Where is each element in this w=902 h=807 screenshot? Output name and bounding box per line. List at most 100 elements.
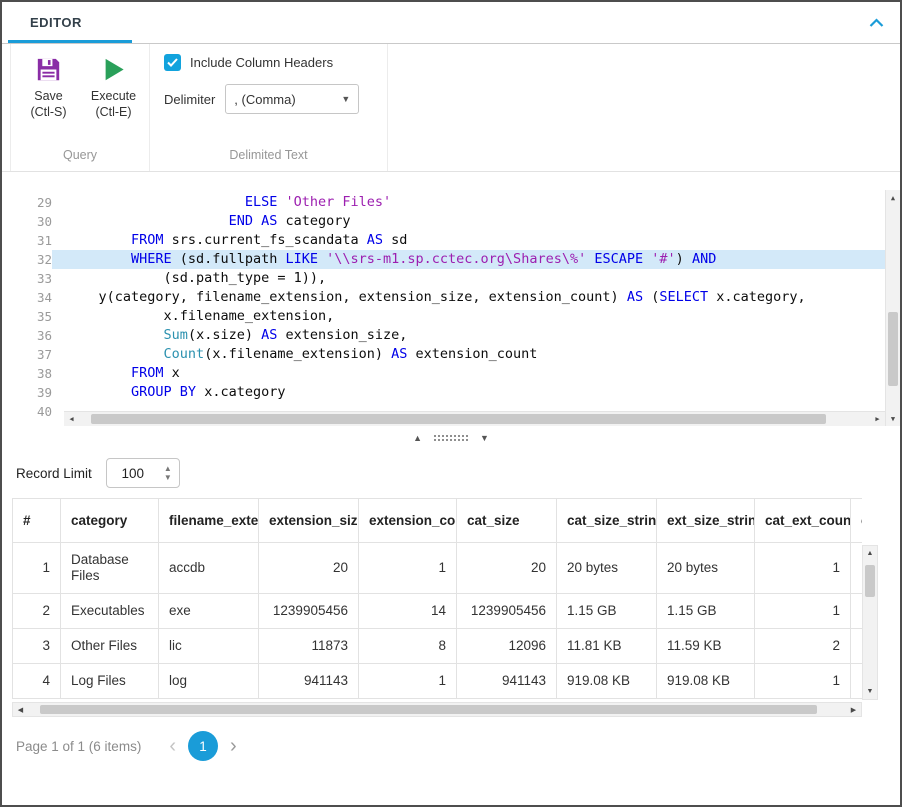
table-cell: 11.59 KB xyxy=(657,629,755,664)
line-number: 31 xyxy=(2,231,52,250)
scrollbar-track[interactable] xyxy=(886,205,900,411)
code-lines[interactable]: 29 ELSE 'Other Files'30 END AS category3… xyxy=(2,190,885,426)
line-number: 29 xyxy=(2,193,52,212)
next-page-button[interactable]: › xyxy=(230,736,237,756)
execute-button-label: Execute xyxy=(82,88,145,104)
scrollbar-thumb[interactable] xyxy=(865,565,875,597)
column-header-cat-ext-coun[interactable]: cat_ext_coun xyxy=(755,499,851,543)
column-header--[interactable]: # xyxy=(13,499,61,543)
table-cell: 1 xyxy=(755,543,851,594)
save-icon xyxy=(35,56,62,83)
code-line[interactable]: 29 ELSE 'Other Files' xyxy=(2,193,885,212)
results-table-container: #categoryfilename_exteextension_sizexten… xyxy=(12,498,862,700)
table-cell: log xyxy=(159,664,259,699)
code-line[interactable]: 39 GROUP BY x.category xyxy=(2,383,885,402)
editor-vertical-scrollbar[interactable]: ▲ ▼ xyxy=(885,190,900,426)
execute-button-shortcut: (Ctl-E) xyxy=(82,104,145,120)
table-row[interactable]: 3Other Fileslic1187381209611.81 KB11.59 … xyxy=(13,629,863,664)
splitter-grip[interactable] xyxy=(434,435,468,441)
scrollbar-track[interactable] xyxy=(863,561,877,684)
column-header-c[interactable]: c xyxy=(851,499,863,543)
execute-button[interactable]: Execute (Ctl-E) xyxy=(82,52,145,143)
table-row[interactable]: 1Database Filesaccdb2012020 bytes20 byte… xyxy=(13,543,863,594)
column-header-ext-size-strin[interactable]: ext_size_strin xyxy=(657,499,755,543)
table-cell xyxy=(851,664,863,699)
table-cell xyxy=(851,629,863,664)
scroll-left-button[interactable]: ◀ xyxy=(64,412,79,427)
scroll-up-button[interactable]: ▲ xyxy=(863,546,878,561)
column-header-extension-siz[interactable]: extension_siz xyxy=(259,499,359,543)
check-icon xyxy=(167,58,178,67)
spin-down-button[interactable]: ▼ xyxy=(164,473,172,482)
scroll-down-button[interactable]: ▼ xyxy=(863,684,878,699)
column-header-extension-co[interactable]: extension_co xyxy=(359,499,457,543)
column-header-filename-exte[interactable]: filename_exte xyxy=(159,499,259,543)
table-row[interactable]: 2Executablesexe12399054561412399054561.1… xyxy=(13,594,863,629)
scrollbar-thumb[interactable] xyxy=(40,705,817,714)
page-1-button[interactable]: 1 xyxy=(188,731,218,761)
scrollbar-track[interactable] xyxy=(28,703,846,716)
splitter[interactable]: ▲ ▼ xyxy=(2,426,900,450)
code-line[interactable]: 38 FROM x xyxy=(2,364,885,383)
tab-editor[interactable]: EDITOR xyxy=(30,15,82,30)
delimited-text-group: Include Column Headers Delimiter , (Comm… xyxy=(150,44,388,171)
execute-icon xyxy=(100,56,127,83)
code-line[interactable]: 34 y(category, filename_extension, exten… xyxy=(2,288,885,307)
table-cell: Database Files xyxy=(61,543,159,594)
table-cell xyxy=(851,543,863,594)
table-cell: accdb xyxy=(159,543,259,594)
delimiter-select[interactable]: , (Comma) ▼ xyxy=(225,84,359,114)
column-header-cat-size[interactable]: cat_size xyxy=(457,499,557,543)
table-cell: 941143 xyxy=(259,664,359,699)
table-cell: 11873 xyxy=(259,629,359,664)
include-column-headers-option[interactable]: Include Column Headers xyxy=(164,54,373,71)
record-limit-value[interactable]: 100 xyxy=(107,466,159,481)
line-number: 36 xyxy=(2,326,52,345)
code-line[interactable]: 37 Count(x.filename_extension) AS extens… xyxy=(2,345,885,364)
code-line[interactable]: 36 Sum(x.size) AS extension_size, xyxy=(2,326,885,345)
save-button[interactable]: Save (Ctl-S) xyxy=(17,52,80,143)
scrollbar-track[interactable] xyxy=(79,412,870,426)
code-line[interactable]: 32 WHERE (sd.fullpath LIKE '\\srs-m1.sp.… xyxy=(2,250,885,269)
save-button-label: Save xyxy=(17,88,80,104)
prev-page-button[interactable]: ‹ xyxy=(169,736,176,756)
scroll-down-button[interactable]: ▼ xyxy=(886,411,901,426)
table-row[interactable]: 4Log Fileslog9411431941143919.08 KB919.0… xyxy=(13,664,863,699)
scrollbar-thumb[interactable] xyxy=(91,414,827,424)
table-cell: 1.15 GB xyxy=(657,594,755,629)
scrollbar-thumb[interactable] xyxy=(888,312,898,386)
table-vertical-scrollbar[interactable]: ▲ ▼ xyxy=(862,545,878,700)
code-line[interactable]: 30 END AS category xyxy=(2,212,885,231)
titlebar: EDITOR xyxy=(2,2,900,44)
record-limit-input[interactable]: 100 ▲ ▼ xyxy=(106,458,180,488)
splitter-expand-down-button[interactable]: ▼ xyxy=(480,433,489,443)
table-cell: exe xyxy=(159,594,259,629)
scroll-right-button[interactable]: ▶ xyxy=(870,412,885,427)
spin-up-button[interactable]: ▲ xyxy=(164,464,172,473)
splitter-collapse-up-button[interactable]: ▲ xyxy=(413,433,422,443)
results-table: #categoryfilename_exteextension_sizexten… xyxy=(12,498,862,699)
table-cell: 941143 xyxy=(457,664,557,699)
column-header-category[interactable]: category xyxy=(61,499,159,543)
column-header-cat-size-strin[interactable]: cat_size_strin xyxy=(557,499,657,543)
table-cell: 20 xyxy=(457,543,557,594)
table-horizontal-scrollbar[interactable]: ◀ ▶ xyxy=(12,702,862,717)
table-cell: Executables xyxy=(61,594,159,629)
table-cell: 919.08 KB xyxy=(557,664,657,699)
delimiter-label: Delimiter xyxy=(164,92,215,107)
editor-horizontal-scrollbar[interactable]: ◀ ▶ xyxy=(64,411,885,426)
code-line[interactable]: 33 (sd.path_type = 1)), xyxy=(2,269,885,288)
table-cell: 20 xyxy=(259,543,359,594)
scroll-right-button[interactable]: ▶ xyxy=(846,702,861,717)
save-button-shortcut: (Ctl-S) xyxy=(17,104,80,120)
code-line[interactable]: 35 x.filename_extension, xyxy=(2,307,885,326)
table-cell: 2 xyxy=(13,594,61,629)
tab-active-indicator xyxy=(8,40,132,43)
scroll-left-button[interactable]: ◀ xyxy=(13,702,28,717)
scroll-up-button[interactable]: ▲ xyxy=(886,190,901,205)
sql-editor[interactable]: 29 ELSE 'Other Files'30 END AS category3… xyxy=(2,190,900,426)
collapse-panel-button[interactable] xyxy=(869,18,884,28)
code-line[interactable]: 31 FROM srs.current_fs_scandata AS sd xyxy=(2,231,885,250)
include-column-headers-checkbox[interactable] xyxy=(164,54,181,71)
table-cell: 1.15 GB xyxy=(557,594,657,629)
